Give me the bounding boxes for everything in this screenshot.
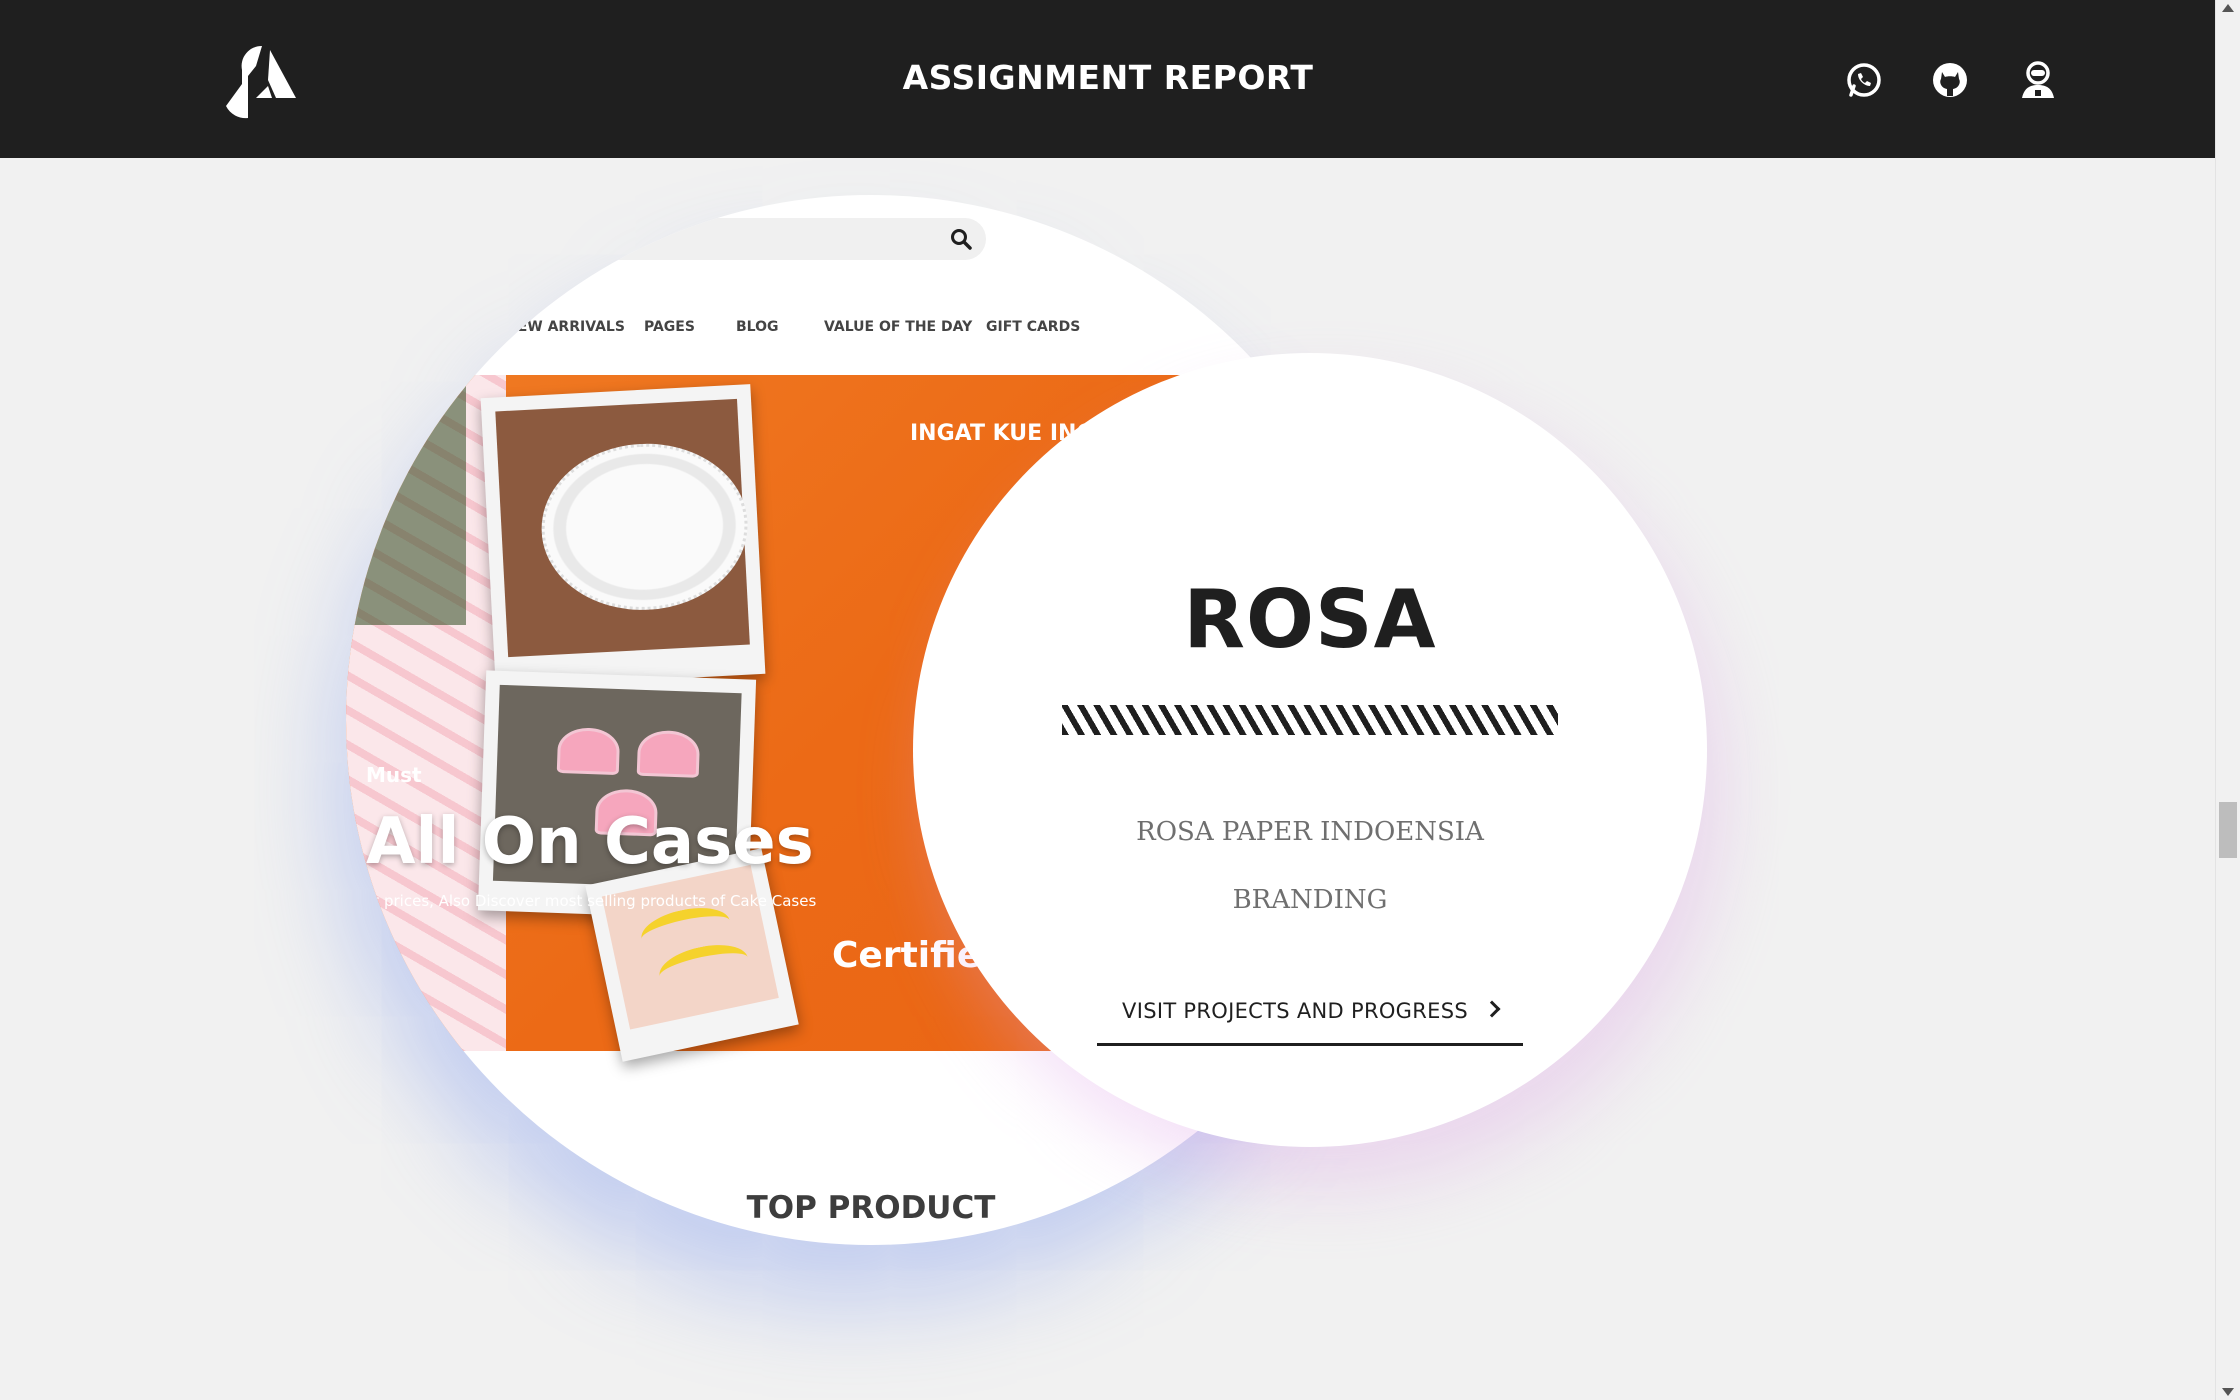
banner-heading: All On Cases [366, 805, 814, 879]
project-title: ROSA [1183, 573, 1437, 666]
chevron-right-icon [1483, 1000, 1501, 1018]
whatsapp-icon[interactable] [1842, 58, 1886, 102]
leaf-background [346, 375, 466, 625]
banana-photo [585, 848, 799, 1062]
page-scrollbar[interactable] [2215, 0, 2240, 1400]
project-company: ROSA PAPER INDOENSIA [1136, 817, 1484, 847]
preview-nav-item: NEW ARRIVALS [506, 319, 625, 335]
visit-projects-link[interactable]: VISIT PROJECTS AND PROGRESS [1097, 991, 1523, 1046]
preview-section-title: TOP PRODUCT [746, 1190, 996, 1226]
doily-photo [480, 384, 766, 688]
scroll-up-arrow-icon[interactable] [2222, 4, 2234, 12]
profile-icon[interactable] [2016, 58, 2060, 102]
pink-cup-image [636, 729, 701, 778]
doily-image [537, 438, 752, 616]
visit-link-label: VISIT PROJECTS AND PROGRESS [1122, 999, 1468, 1023]
preview-nav-item: BLOG [736, 319, 779, 335]
search-icon [951, 229, 972, 250]
pink-cup-image [556, 726, 621, 776]
banner-eyebrow: Must [366, 763, 422, 787]
preview-nav-item: GIFT CARDS [986, 319, 1081, 335]
project-info-card: ROSA ROSA PAPER INDOENSIA BRANDING VISIT… [913, 353, 1707, 1147]
decorative-stripe [1062, 705, 1558, 735]
scroll-down-arrow-icon[interactable] [2222, 1388, 2234, 1396]
preview-search-bar [596, 218, 986, 260]
banner-subtext: Best prices, Also Discover most selling … [346, 892, 817, 910]
top-bar: ASSIGNMENT REPORT [0, 0, 2216, 158]
project-category: BRANDING [1232, 885, 1388, 915]
github-icon[interactable] [1928, 58, 1972, 102]
scroll-thumb[interactable] [2219, 802, 2237, 858]
preview-nav-item: PAGES [644, 319, 695, 335]
preview-nav-item: VALUE OF THE DAY [824, 319, 973, 335]
banner-button [346, 967, 406, 1027]
